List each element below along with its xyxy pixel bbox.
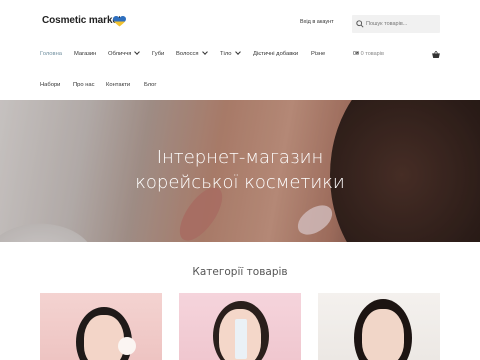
site-header: Cosmetic market Вхід в акаунт Головна Ма…: [0, 0, 480, 100]
nav-item-misc[interactable]: Різне: [311, 51, 325, 57]
card-photo-bottle: [235, 319, 247, 359]
chevron-down-icon: [201, 49, 208, 55]
search-box[interactable]: [352, 15, 440, 33]
cart-summary[interactable]: 0₴ 0 товарів: [353, 51, 384, 57]
nav-item-supplements[interactable]: Дієтичні добавки: [253, 51, 298, 57]
nav-item-face[interactable]: Обличчя: [108, 49, 141, 57]
basket-icon[interactable]: [432, 51, 440, 58]
nav-item-hair[interactable]: Волосся: [176, 49, 208, 57]
chevron-down-icon: [134, 49, 141, 55]
category-card[interactable]: [179, 293, 301, 360]
nav-item-contacts[interactable]: Контакти: [106, 82, 130, 88]
search-input[interactable]: [366, 18, 438, 30]
hero-title: Інтернет-магазин корейської косметики: [100, 145, 380, 195]
nav-item-lips[interactable]: Губи: [152, 51, 164, 57]
hero-title-line2: корейської косметики: [135, 172, 345, 193]
nav-item-about[interactable]: Про нас: [73, 82, 95, 88]
chevron-down-icon: [234, 49, 241, 55]
nav-item-shop[interactable]: Магазин: [74, 51, 96, 57]
category-card[interactable]: [318, 293, 440, 360]
card-photo-face: [362, 309, 404, 360]
categories-heading: Категорії товарів: [192, 266, 288, 278]
card-photo-face: [84, 315, 124, 360]
cart-amount: 0₴: [353, 51, 360, 57]
logo[interactable]: Cosmetic market: [42, 15, 121, 26]
login-link[interactable]: Вхід в акаунт: [300, 19, 334, 25]
nav-item-home[interactable]: Головна: [40, 51, 62, 57]
hero-title-line1: Інтернет-магазин: [156, 147, 324, 168]
nav-item-blog[interactable]: Блог: [144, 82, 157, 88]
card-photo-cotton-pad: [118, 337, 136, 355]
category-card[interactable]: [40, 293, 162, 360]
nav-item-sets[interactable]: Набори: [40, 82, 60, 88]
nav-item-body[interactable]: Тіло: [220, 49, 241, 57]
heart-flag-icon: [113, 16, 126, 27]
search-icon[interactable]: [356, 20, 364, 28]
cart-count: 0 товарів: [360, 51, 384, 57]
